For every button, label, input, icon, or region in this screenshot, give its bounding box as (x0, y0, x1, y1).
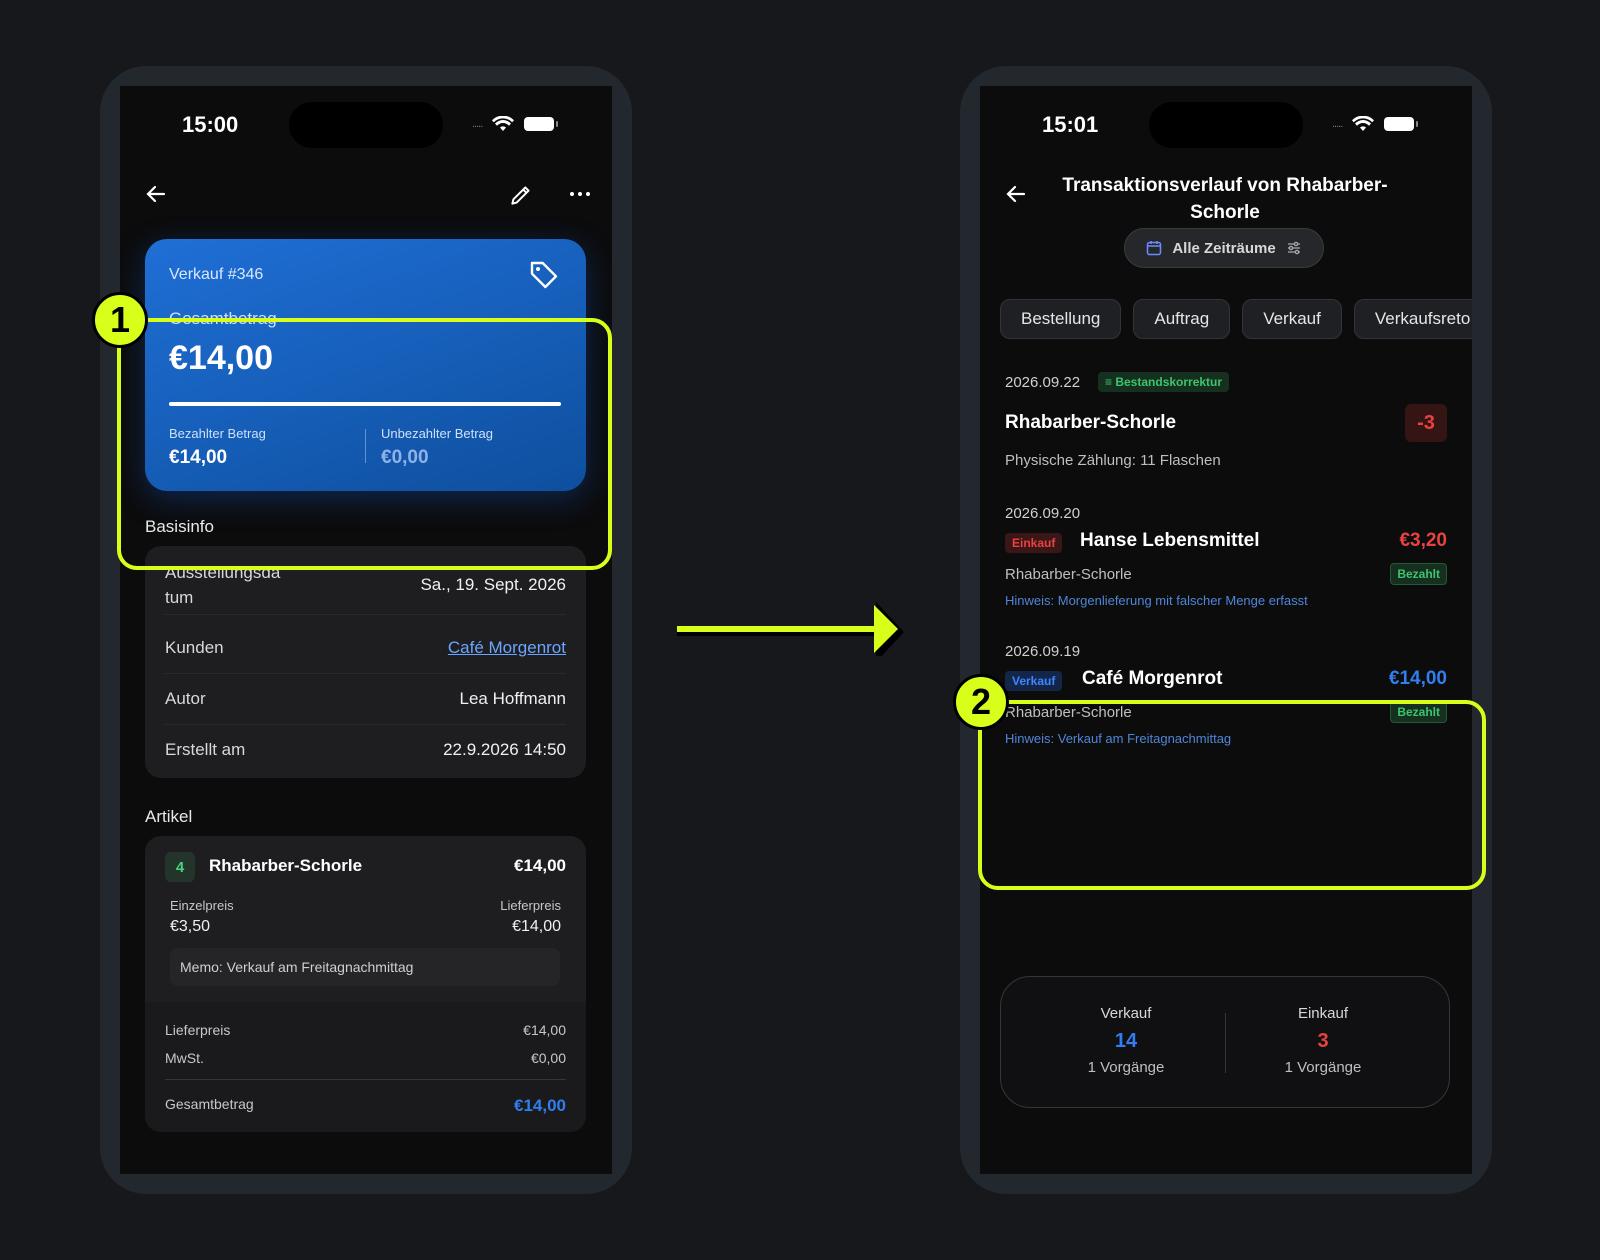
stat-count: 1 Vorgänge (1284, 1059, 1362, 1076)
transaction-history-screen: 15:01 ..... Transaktionsverlauf von Rhab… (980, 86, 1472, 1174)
info-value: 22.9.2026 14:50 (443, 740, 566, 759)
stat-label: Verkauf (1100, 1005, 1152, 1022)
period-filter-button[interactable]: Alle Zeiträume (1124, 228, 1324, 268)
pencil-icon[interactable] (508, 182, 534, 208)
arrow-left-icon[interactable] (1004, 182, 1028, 206)
stat-label: Einkauf (1297, 1005, 1349, 1022)
info-row-created: Erstellt am 22.9.2026 14:50 (165, 725, 566, 775)
badge-stock-correction: ≡ Bestandskorrektur (1098, 372, 1230, 392)
type-tabs: Bestellung Auftrag Verkauf Verkaufsreto (1000, 299, 1472, 339)
calendar-icon (1147, 241, 1162, 256)
phone-frame-left: 15:00 ..... Verkauf #346 Gesamtbetrag €1… (100, 66, 632, 1194)
highlight-region-1 (117, 318, 612, 570)
info-label: Erstellt am (165, 740, 246, 759)
sliders-icon (1287, 241, 1300, 255)
transaction-date: 2026.09.19 (1005, 643, 1081, 660)
dynamic-island (1149, 102, 1303, 148)
summary-row: MwSt. €0,00 (165, 1050, 566, 1066)
transaction-amount: €3,20 (1399, 530, 1447, 551)
transaction-subtitle: Physische Zählung: 11 Flaschen (1005, 452, 1221, 469)
status-time: 15:01 (1042, 112, 1099, 137)
stat-value: 14 (1114, 1030, 1138, 1052)
tab-verkaufsretoure[interactable]: Verkaufsreto (1353, 299, 1472, 339)
transaction-date: 2026.09.22 (1005, 374, 1081, 391)
delivery-price-value: €14,00 (512, 918, 561, 935)
badge-sale: Verkauf (1005, 671, 1063, 691)
transaction-note: Hinweis: Morgenlieferung mit falscher Me… (1005, 593, 1308, 608)
item-card[interactable]: 4 Rhabarber-Schorle €14,00 Einzelpreis €… (145, 836, 586, 1132)
summary-label: MwSt. (165, 1050, 204, 1066)
wifi-icon (492, 116, 515, 131)
summary-value: €0,00 (530, 1050, 566, 1066)
status-badge: Bezahlt (1390, 563, 1447, 585)
arrow-right-icon (677, 602, 904, 656)
transaction-title[interactable]: Hanse Lebensmittel (1080, 530, 1260, 552)
highlight-region-2 (978, 700, 1486, 890)
tag-icon (530, 261, 558, 289)
tab-bestellung[interactable]: Bestellung (1000, 299, 1122, 339)
signal-icon: ..... (472, 118, 483, 130)
signal-icon: ..... (1332, 118, 1343, 130)
transaction-title[interactable]: Café Morgenrot (1082, 668, 1222, 690)
unit-price-label: Einzelpreis (170, 898, 234, 913)
summary-total-row: Gesamtbetrag €14,00 (165, 1096, 566, 1116)
more-horizontal-icon[interactable] (568, 182, 592, 206)
price-summary: Lieferpreis €14,00 MwSt. €0,00 Gesamtbet… (145, 1002, 586, 1132)
summary-total-value: €14,00 (514, 1096, 566, 1115)
info-label: Kunden (165, 638, 224, 657)
status-icons: ..... (472, 116, 559, 132)
delivery-price-label: Lieferpreis (500, 898, 561, 913)
arrow-left-icon[interactable] (144, 182, 168, 206)
sale-detail-screen: 15:00 ..... Verkauf #346 Gesamtbetrag €1… (120, 86, 612, 1174)
stat-value: 3 (1317, 1030, 1329, 1052)
battery-icon (1384, 117, 1419, 131)
tab-auftrag[interactable]: Auftrag (1133, 299, 1231, 339)
info-label: Autor (165, 689, 206, 708)
summary-row: Lieferpreis €14,00 (165, 1022, 566, 1038)
tab-verkauf[interactable]: Verkauf (1242, 299, 1342, 339)
transaction-title[interactable]: Rhabarber-Schorle (1005, 412, 1176, 434)
info-value: Sa., 19. Sept. 2026 (420, 575, 566, 594)
phone-frame-right: 15:01 ..... Transaktionsverlauf von Rhab… (960, 66, 1492, 1194)
transaction-date: 2026.09.20 (1005, 505, 1081, 522)
unit-price-value: €3,50 (170, 918, 211, 935)
info-row-customer[interactable]: Kunden Café Morgenrot (165, 623, 566, 674)
transaction-amount: €14,00 (1388, 668, 1447, 689)
transaction-subtitle: Rhabarber-Schorle (1005, 566, 1132, 583)
step-marker-1: 1 (92, 292, 148, 348)
customer-link[interactable]: Café Morgenrot (448, 638, 566, 658)
artikel-title: Artikel (145, 807, 193, 826)
summary-label: Lieferpreis (165, 1022, 231, 1038)
item-name: Rhabarber-Schorle (209, 856, 363, 875)
page-title: Transaktionsverlauf von Rhabarber-Schorl… (1062, 175, 1388, 223)
quantity-badge: 4 (165, 852, 195, 882)
item-price: €14,00 (514, 856, 566, 875)
battery-icon (524, 117, 559, 131)
badge-purchase: Einkauf (1005, 533, 1063, 553)
item-memo: Memo: Verkauf am Freitagnachmittag (170, 948, 560, 986)
dynamic-island (289, 102, 443, 148)
status-icons: ..... (1332, 116, 1419, 132)
quantity-change: -3 (1405, 404, 1447, 442)
period-filter-label: Alle Zeiträume (1172, 239, 1276, 257)
badge-label: Bestandskorrektur (1115, 375, 1223, 389)
stat-count: 1 Vorgänge (1087, 1059, 1165, 1076)
step-marker-2: 2 (953, 674, 1009, 730)
summary-divider (165, 1079, 566, 1080)
info-row-author: Autor Lea Hoffmann (165, 674, 566, 725)
status-time: 15:00 (182, 112, 239, 137)
summary-label: Gesamtbetrag (165, 1096, 254, 1112)
stats-summary: Verkauf 14 1 Vorgänge Einkauf 3 1 Vorgän… (1000, 976, 1450, 1108)
stat-sale: Verkauf 14 1 Vorgänge (1026, 1005, 1226, 1076)
summary-value: €14,00 (523, 1022, 566, 1038)
basisinfo-card: Ausstellungsda tum Sa., 19. Sept. 2026 K… (145, 546, 586, 778)
stat-purchase: Einkauf 3 1 Vorgänge (1223, 1005, 1423, 1076)
sale-number: Verkauf #346 (169, 266, 264, 283)
info-value: Lea Hoffmann (459, 689, 566, 708)
wifi-icon (1352, 116, 1375, 131)
